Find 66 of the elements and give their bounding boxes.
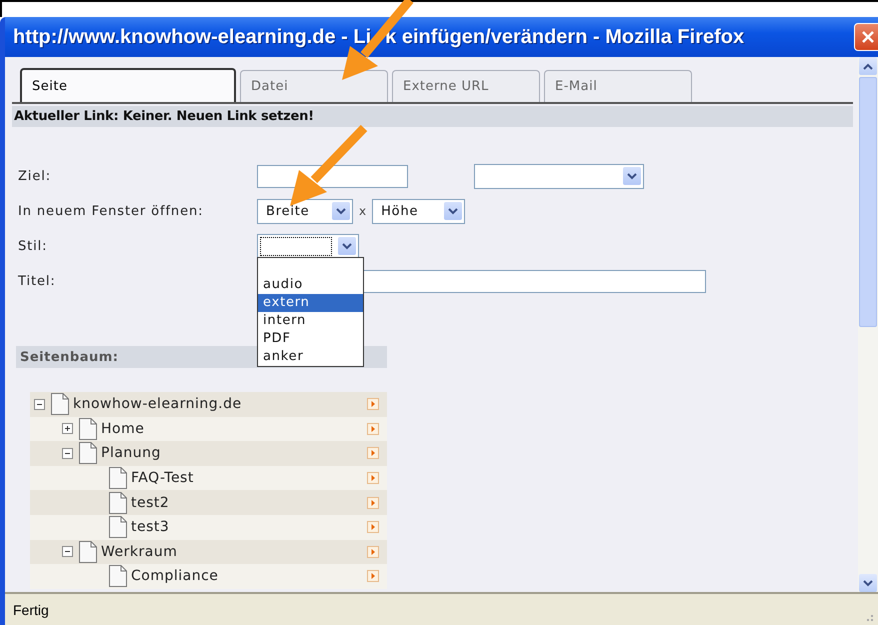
play-icon[interactable] (367, 472, 379, 484)
play-icon[interactable] (367, 570, 379, 582)
window-title: http://www.knowhow-elearning.de - Li (13, 26, 372, 48)
field-label: Titel: (18, 274, 57, 288)
page-icon (79, 418, 97, 440)
expand-icon[interactable] (62, 423, 73, 434)
tree-label: test3 (131, 519, 170, 536)
status-text: Fertig (12, 602, 49, 618)
page-icon (51, 393, 69, 416)
page-icon (109, 492, 127, 514)
tab[interactable]: Externe URL (392, 70, 540, 102)
page-icon (109, 467, 127, 490)
play-icon[interactable] (367, 496, 379, 509)
tab[interactable]: E-Mail (544, 70, 692, 102)
target-select[interactable] (474, 164, 644, 188)
field-label: Stil: (18, 238, 48, 254)
page-icon (79, 540, 97, 563)
scroll-up-button[interactable] (859, 57, 877, 75)
field-label: Ziel: (18, 168, 52, 184)
tree-label: test2 (131, 494, 170, 511)
field-label: In neuem Fenster öffnen: (18, 204, 204, 218)
page-icon (109, 565, 127, 588)
page-icon (109, 516, 127, 538)
page-icon (79, 442, 97, 464)
current-link-bar: Aktueller Link: Keiner. Neuen Link setzen! (12, 106, 853, 127)
play-icon[interactable] (367, 422, 379, 435)
collapse-icon[interactable] (62, 546, 73, 558)
close-icon (861, 30, 875, 44)
dropdown-option[interactable]: extern (258, 294, 363, 312)
tree-row[interactable]: Home (30, 416, 387, 442)
tree-row[interactable]: Planung (30, 441, 387, 466)
close-button[interactable] (854, 23, 878, 51)
window-title: k einfügen/verändern - Mozilla Firefox (385, 26, 744, 48)
tab[interactable]: Datei (240, 70, 388, 102)
tree-row[interactable]: test3 (30, 514, 387, 540)
chevron-down-icon (342, 242, 352, 250)
chevron-down-icon (336, 208, 346, 214)
tree-label: Home (101, 420, 146, 437)
tree-row[interactable]: knowhow-elearning.de (30, 392, 387, 417)
tree-label: knowhow-elearning.de (73, 396, 243, 412)
play-icon[interactable] (367, 447, 379, 460)
tree-row[interactable]: test2 (30, 490, 387, 515)
chevron-down-icon (627, 172, 637, 180)
tree-label: Werkraum (101, 544, 178, 560)
play-icon[interactable] (367, 546, 379, 558)
tab[interactable]: Seite (20, 68, 236, 102)
width-select[interactable]: Breite (257, 198, 353, 224)
times-sign: x (359, 204, 366, 218)
style-select[interactable] (257, 234, 359, 258)
collapse-icon[interactable] (62, 448, 73, 459)
tree-label: Planung (101, 445, 162, 462)
tree-row[interactable]: FAQ-Test (30, 466, 387, 490)
tree-label: FAQ-Test (131, 470, 195, 486)
chevron-down-icon (448, 208, 458, 214)
tree-row[interactable]: Compliance (30, 564, 387, 589)
chevron-up-icon (863, 62, 873, 70)
scroll-down-button[interactable] (859, 574, 877, 592)
tree-label: Compliance (131, 568, 220, 584)
play-icon[interactable] (367, 521, 379, 534)
tree-row[interactable]: Werkraum (30, 540, 387, 564)
collapse-icon[interactable] (34, 398, 45, 410)
scrollbar[interactable] (858, 57, 878, 592)
chevron-down-icon (863, 580, 873, 586)
play-icon[interactable] (367, 398, 379, 410)
scroll-thumb[interactable] (859, 77, 877, 327)
height-select[interactable]: Höhe (372, 198, 466, 224)
